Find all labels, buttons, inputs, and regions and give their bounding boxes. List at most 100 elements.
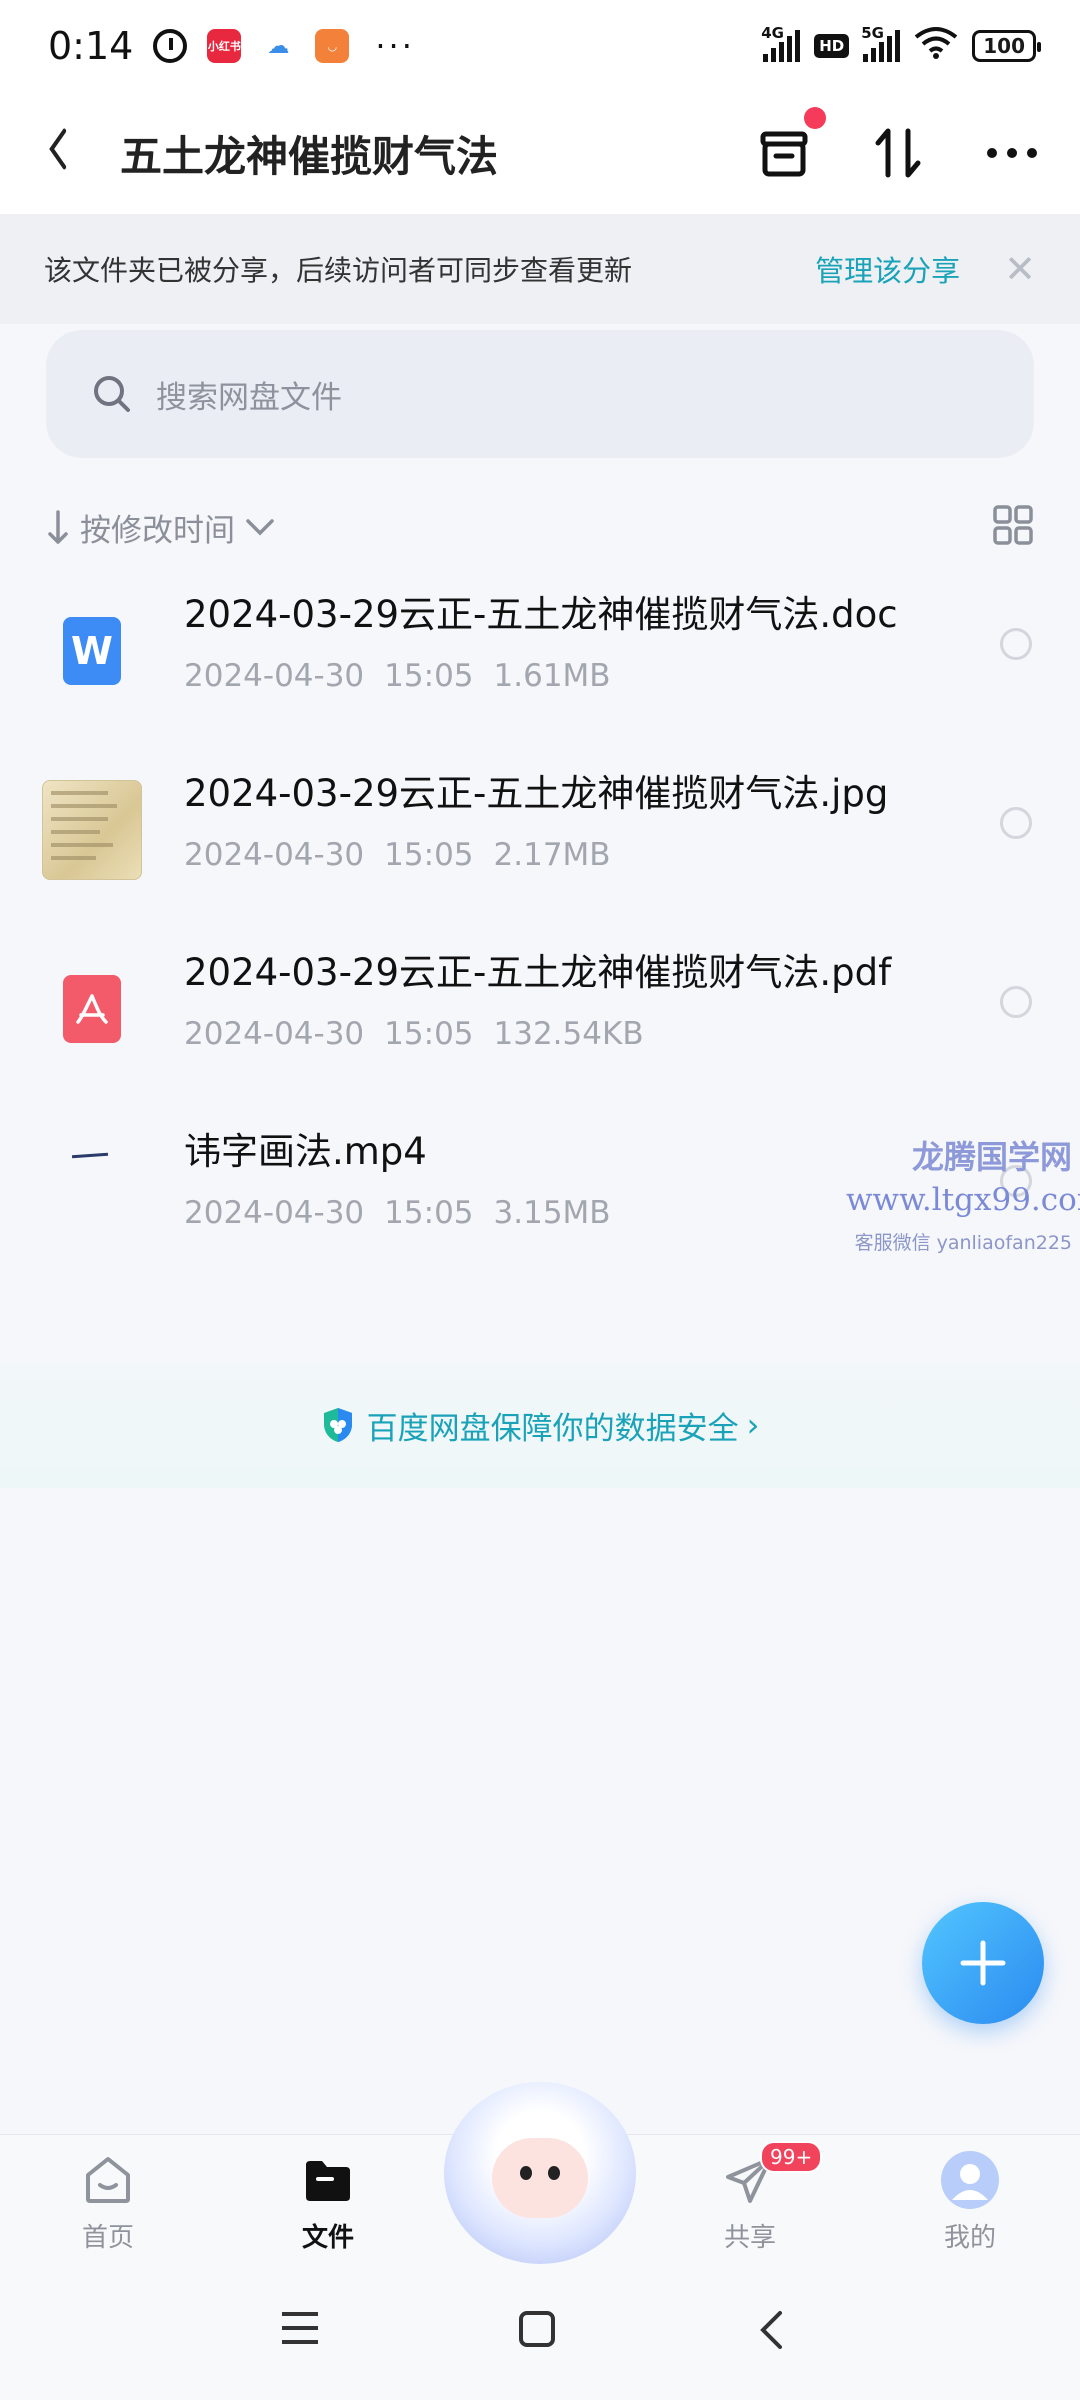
share-badge: 99+	[760, 2141, 823, 2173]
file-thumb: W	[42, 601, 142, 701]
nav-home[interactable]: 首页	[48, 2149, 168, 2254]
video-thumbnail	[42, 1138, 142, 1238]
square-icon	[519, 2311, 555, 2347]
select-radio[interactable]	[1000, 628, 1032, 660]
manage-share-link[interactable]: 管理该分享	[815, 248, 960, 290]
signal-5g-icon: 5G	[861, 24, 901, 62]
file-meta: 2024-04-30 15:05 2.17MB	[184, 837, 888, 873]
sort-selector[interactable]: 按修改时间	[46, 505, 275, 550]
file-info: 2024-03-29云正-五土龙神催揽财气法.jpg 2024-04-30 15:…	[184, 763, 888, 873]
baidu-netdisk-notify-icon: ☁	[267, 33, 290, 59]
back-button[interactable]	[48, 126, 83, 180]
watermark: 龙腾国学网 www.ltgx99.com 客服微信 yanliaofan225	[846, 1132, 1080, 1255]
title-actions	[756, 107, 1040, 181]
system-back-button[interactable]	[758, 2310, 784, 2354]
search-icon	[94, 376, 130, 412]
sort-row: 按修改时间	[46, 490, 1034, 564]
more-options-button[interactable]	[984, 125, 1040, 181]
nav-me[interactable]: 我的	[910, 2149, 1030, 2254]
plus-icon	[960, 1940, 1006, 1986]
home-button[interactable]	[518, 2310, 556, 2352]
file-name: 2024-03-29云正-五土龙神催揽财气法.doc	[184, 593, 898, 636]
file-name: 2024-03-29云正-五土龙神催揽财气法.pdf	[184, 951, 892, 994]
file-thumb	[42, 1138, 142, 1238]
nav-files[interactable]: 文件	[268, 2149, 388, 2254]
file-row-pdf[interactable]: 2024-03-29云正-五土龙神催揽财气法.pdf 2024-04-30 15:…	[0, 920, 1080, 1098]
chevron-right-icon: ›	[746, 1406, 760, 1444]
signal-4g-icon: 4G	[761, 24, 801, 62]
file-name: 2024-03-29云正-五土龙神催揽财气法.jpg	[184, 772, 889, 815]
alarm-icon	[153, 29, 188, 63]
mascot-face-icon	[492, 2138, 588, 2218]
file-size: 132.54KB	[493, 1016, 644, 1052]
wifi-icon	[914, 25, 958, 68]
menu-button[interactable]	[280, 2310, 320, 2350]
file-info: 讳字画法.mp4 2024-04-30 15:05 3.15MB	[184, 1121, 631, 1231]
safety-text: 百度网盘保障你的数据安全	[366, 1410, 739, 1447]
file-time: 15:05	[384, 658, 474, 694]
image-thumbnail	[42, 780, 142, 880]
file-date: 2024-04-30	[184, 1195, 365, 1231]
file-meta: 2024-04-30 15:05 3.15MB	[184, 1195, 631, 1231]
transfer-box-icon	[760, 131, 808, 177]
chevron-down-icon	[246, 519, 274, 536]
nav-files-label: 文件	[301, 2223, 354, 2253]
grid-icon	[993, 505, 1033, 545]
status-time: 0:14	[48, 24, 134, 68]
file-row-jpg[interactable]: 2024-03-29云正-五土龙神催揽财气法.jpg 2024-04-30 15:…	[0, 741, 1080, 919]
file-meta: 2024-04-30 15:05 132.54KB	[184, 1016, 891, 1052]
watermark-title: 龙腾国学网	[911, 1138, 1072, 1176]
battery-icon: 100	[972, 30, 1041, 62]
close-notice-button[interactable]: ✕	[1004, 247, 1036, 291]
xiaohongshu-label: 小红书	[207, 40, 241, 53]
word-doc-icon: W	[63, 617, 121, 685]
pdf-icon	[63, 975, 121, 1043]
data-safety-banner[interactable]: 百度网盘保障你的数据安全 ›	[0, 1362, 1080, 1488]
file-size: 3.15MB	[493, 1195, 611, 1231]
file-time: 15:05	[384, 1016, 474, 1052]
select-radio[interactable]	[1000, 807, 1032, 839]
file-thumb	[42, 959, 142, 1059]
search-input[interactable]: 搜索网盘文件	[46, 330, 1034, 458]
sort-down-arrow-icon	[48, 510, 68, 544]
status-right: 4G HD 5G 100	[761, 24, 1041, 68]
file-date: 2024-04-30	[184, 837, 365, 873]
sort-order-button[interactable]	[870, 125, 926, 181]
transfer-list-button[interactable]	[756, 107, 826, 181]
grid-view-toggle[interactable]	[992, 504, 1034, 550]
avatar-icon	[941, 2151, 999, 2209]
file-name: 讳字画法.mp4	[184, 1130, 427, 1173]
file-time: 15:05	[384, 1195, 474, 1231]
select-radio[interactable]	[1000, 986, 1032, 1018]
system-nav-bar	[0, 2274, 1080, 2400]
file-size: 1.61MB	[493, 658, 611, 694]
file-date: 2024-04-30	[184, 658, 365, 694]
watermark-contact: 客服微信 yanliaofan225	[854, 1232, 1072, 1254]
file-row-doc[interactable]: W 2024-03-29云正-五土龙神催揽财气法.doc 2024-04-30 1…	[0, 562, 1080, 740]
hamburger-icon	[282, 2312, 318, 2344]
page-title: 五土龙神催揽财气法	[120, 131, 499, 181]
nav-share[interactable]: 99+ 共享	[690, 2141, 823, 2254]
notification-dot	[804, 107, 826, 129]
add-button[interactable]	[922, 1902, 1044, 2024]
folder-icon	[306, 2161, 350, 2201]
file-meta: 2024-04-30 15:05 1.61MB	[184, 658, 898, 694]
nav-me-label: 我的	[943, 2223, 996, 2253]
shield-icon	[323, 1408, 352, 1442]
battery-level: 100	[983, 34, 1025, 58]
hd-icon: HD	[814, 34, 850, 58]
file-time: 15:05	[384, 837, 474, 873]
nav-home-label: 首页	[81, 2223, 134, 2253]
status-left: 0:14 小红书 ☁ ◡ ···	[48, 24, 415, 68]
file-thumb	[42, 780, 142, 880]
mascot-assistant-button[interactable]	[444, 2082, 636, 2264]
xiaohongshu-icon: 小红书	[207, 29, 242, 63]
title-bar: 五土龙神催揽财气法	[0, 92, 1080, 214]
file-info: 2024-03-29云正-五土龙神催揽财气法.pdf 2024-04-30 15:…	[184, 942, 891, 1052]
file-size: 2.17MB	[493, 837, 611, 873]
share-notice-text: 该文件夹已被分享，后续访问者可同步查看更新	[44, 254, 633, 287]
watermark-url: www.ltgx99.com	[846, 1182, 1080, 1218]
taobao-icon: ◡	[315, 29, 350, 63]
file-date: 2024-04-30	[184, 1016, 365, 1052]
status-bar: 0:14 小红书 ☁ ◡ ··· 4G HD 5G 100	[0, 0, 1080, 92]
